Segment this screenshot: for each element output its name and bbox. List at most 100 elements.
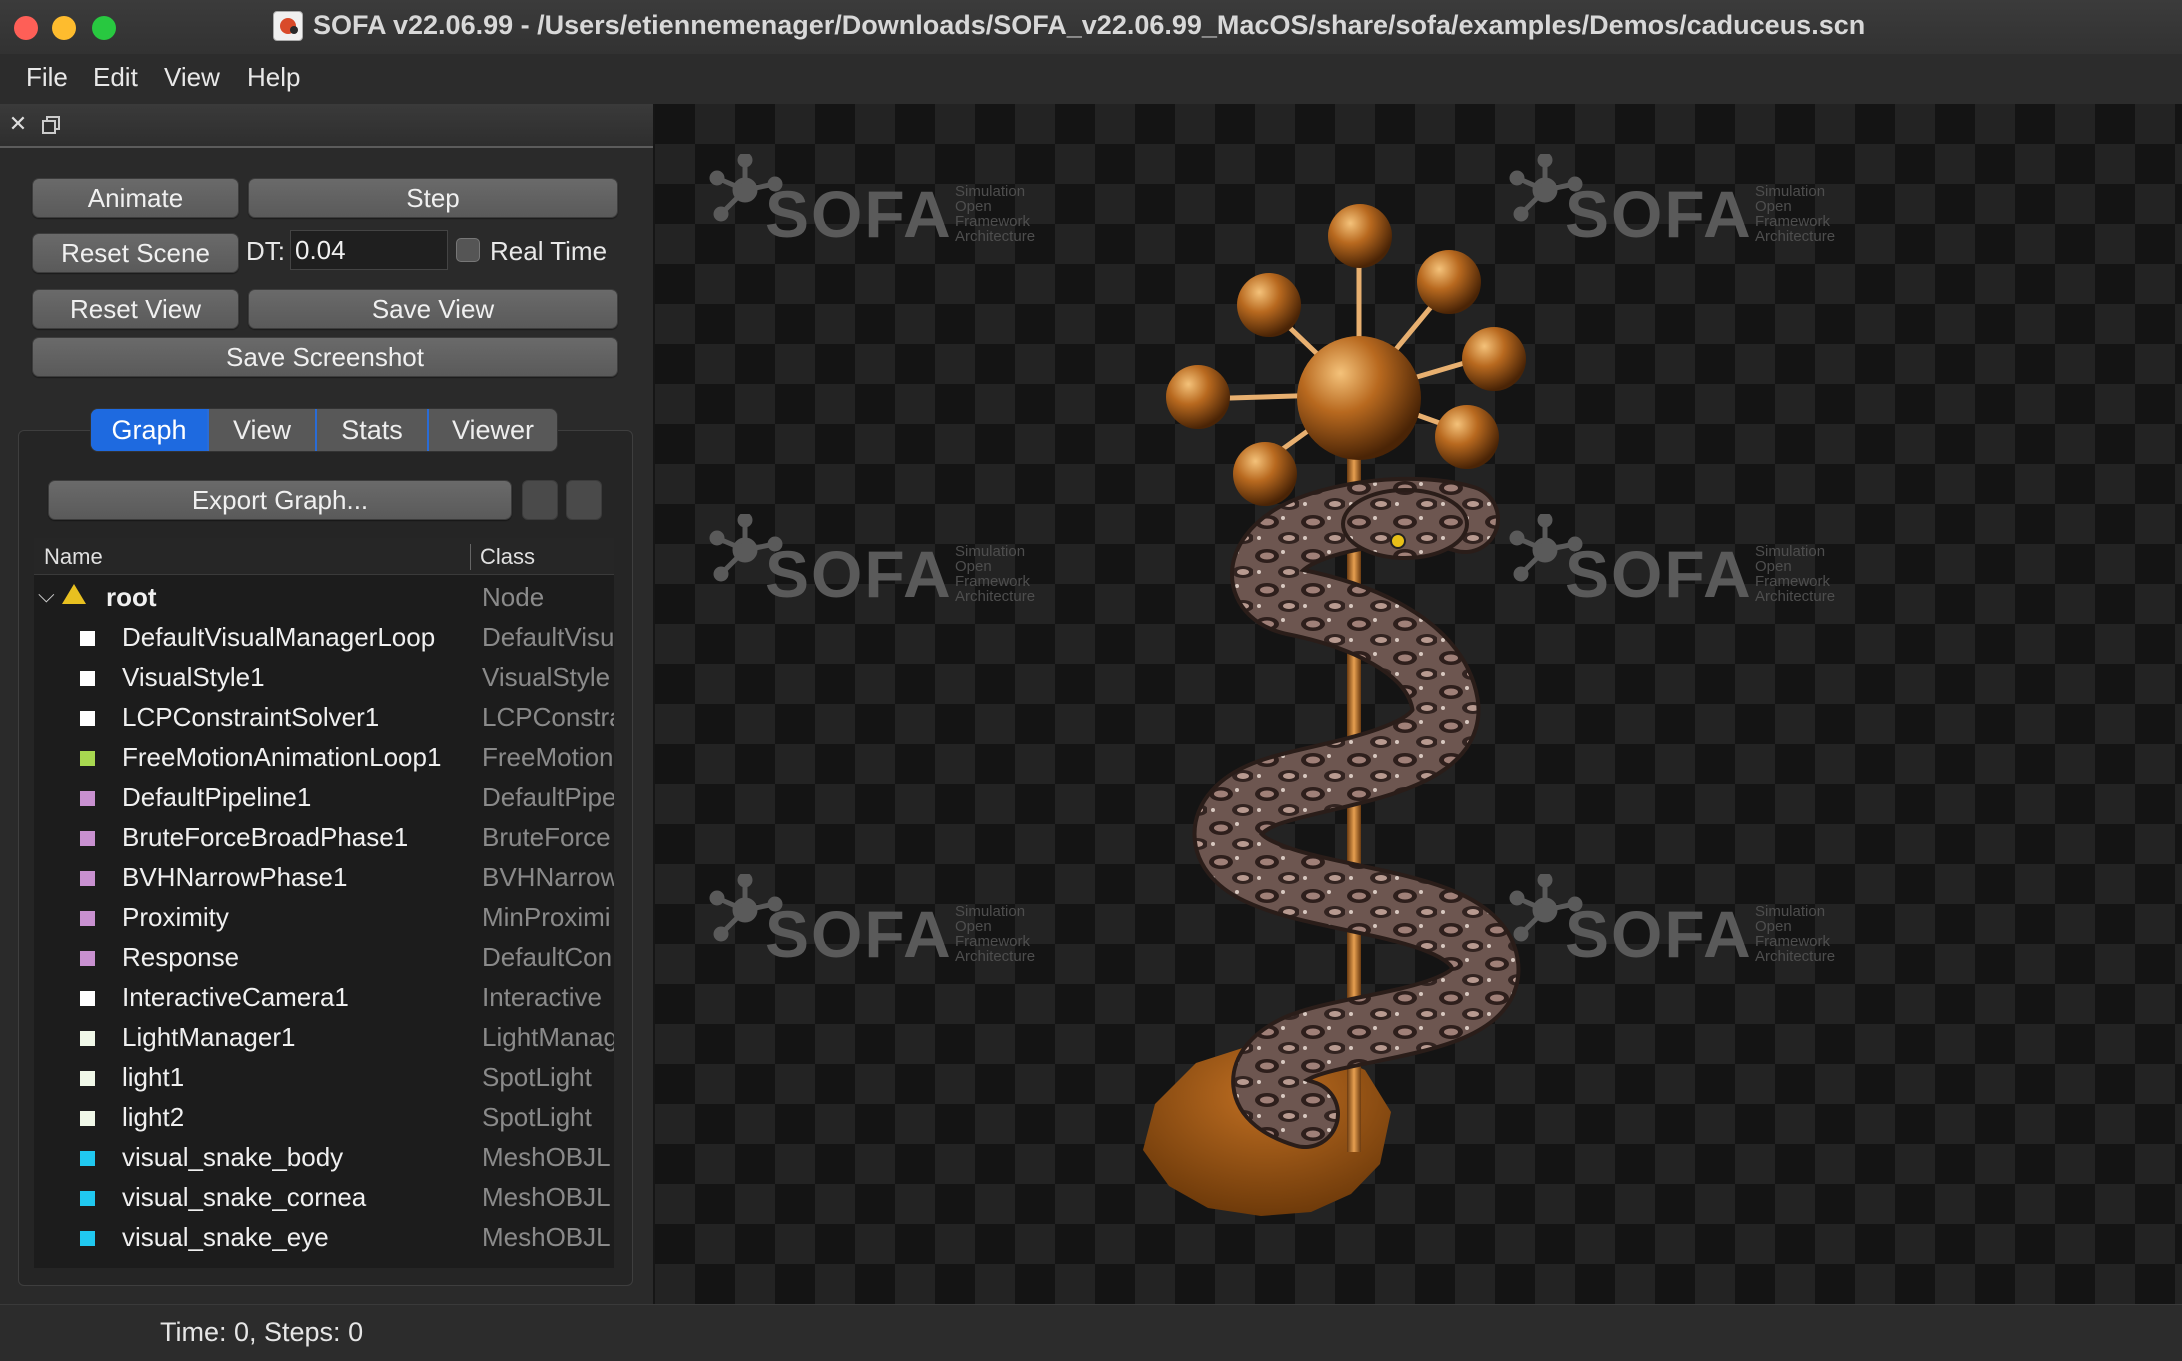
menu-bar: File Edit View Help bbox=[0, 54, 2182, 104]
tree-row[interactable]: visual_snake_cornea MeshOBJL bbox=[34, 1176, 614, 1216]
component-color-icon bbox=[80, 791, 95, 806]
component-color-icon bbox=[80, 1111, 95, 1126]
component-color-icon bbox=[80, 1151, 95, 1166]
component-color-icon bbox=[80, 1191, 95, 1206]
sofa-app-icon bbox=[273, 11, 303, 41]
component-color-icon bbox=[80, 831, 95, 846]
node-class: SpotLight bbox=[482, 1102, 592, 1132]
control-dock: ✕ Animate Step Reset Scene DT: Real Time… bbox=[0, 104, 655, 1304]
tab-view[interactable]: View bbox=[209, 409, 317, 451]
tree-row[interactable]: InteractiveCamera1 Interactive bbox=[34, 976, 614, 1016]
warning-node-icon bbox=[62, 584, 86, 604]
tree-row[interactable]: light1 SpotLight bbox=[34, 1056, 614, 1096]
node-class: MinProximi bbox=[482, 902, 611, 932]
close-window-button[interactable] bbox=[14, 16, 38, 40]
node-class: MeshOBJL bbox=[482, 1182, 611, 1212]
dock-float-icon[interactable] bbox=[42, 116, 60, 134]
tree-row[interactable]: BVHNarrowPhase1 BVHNarrow bbox=[34, 856, 614, 896]
maximize-window-button[interactable] bbox=[92, 16, 116, 40]
chevron-down-icon[interactable]: ⌵ bbox=[38, 582, 55, 608]
node-name: BVHNarrowPhase1 bbox=[122, 862, 348, 892]
column-class[interactable]: Class bbox=[480, 544, 535, 570]
expand-tree-button[interactable] bbox=[522, 480, 558, 520]
dock-header: ✕ bbox=[0, 104, 653, 148]
save-screenshot-button[interactable]: Save Screenshot bbox=[32, 337, 618, 377]
component-color-icon bbox=[80, 871, 95, 886]
tree-row[interactable]: DefaultPipeline1 DefaultPipe bbox=[34, 776, 614, 816]
sphere bbox=[1462, 327, 1526, 391]
node-class: LCPConstra bbox=[482, 702, 614, 732]
sphere-center bbox=[1297, 336, 1421, 460]
tree-row[interactable]: BruteForceBroadPhase1 BruteForce bbox=[34, 816, 614, 856]
menu-help[interactable]: Help bbox=[247, 62, 300, 93]
tree-row[interactable]: DefaultVisualManagerLoop DefaultVisu bbox=[34, 616, 614, 656]
component-color-icon bbox=[80, 671, 95, 686]
menu-file[interactable]: File bbox=[26, 62, 68, 93]
sphere bbox=[1435, 405, 1499, 469]
reset-view-button[interactable]: Reset View bbox=[32, 289, 239, 329]
tree-row[interactable]: LightManager1 LightManag bbox=[34, 1016, 614, 1056]
node-class: DefaultCon bbox=[482, 942, 613, 972]
node-name: BruteForceBroadPhase1 bbox=[122, 822, 409, 852]
node-name: Response bbox=[122, 942, 240, 972]
tree-row[interactable]: light2 SpotLight bbox=[34, 1096, 614, 1136]
export-graph-button[interactable]: Export Graph... bbox=[48, 480, 512, 520]
sphere bbox=[1166, 365, 1230, 429]
node-name: visual_snake_body bbox=[122, 1142, 344, 1172]
caduceus-scene bbox=[1143, 204, 1526, 1216]
node-name: light2 bbox=[122, 1102, 185, 1132]
column-separator[interactable] bbox=[470, 544, 471, 570]
node-name: DefaultPipeline1 bbox=[122, 782, 312, 812]
tree-row-root[interactable]: ⌵ root Node bbox=[34, 576, 614, 616]
node-name: root bbox=[106, 582, 157, 612]
tree-row[interactable]: Proximity MinProximi bbox=[34, 896, 614, 936]
sphere bbox=[1237, 273, 1301, 337]
tab-viewer[interactable]: Viewer bbox=[429, 409, 557, 451]
tab-graph[interactable]: Graph bbox=[91, 409, 209, 451]
dock-close-icon[interactable]: ✕ bbox=[8, 113, 28, 135]
component-color-icon bbox=[80, 911, 95, 926]
tree-row[interactable]: FreeMotionAnimationLoop1 FreeMotion bbox=[34, 736, 614, 776]
tree-row[interactable]: Response DefaultCon bbox=[34, 936, 614, 976]
animate-button[interactable]: Animate bbox=[32, 178, 239, 218]
node-name: Proximity bbox=[122, 902, 229, 932]
minimize-window-button[interactable] bbox=[52, 16, 76, 40]
node-class: MeshOBJL bbox=[482, 1142, 611, 1172]
snake-head bbox=[1341, 488, 1469, 560]
node-name: light1 bbox=[122, 1062, 185, 1092]
tree-row[interactable]: visual_snake_eye MeshOBJL bbox=[34, 1216, 614, 1256]
node-class: DefaultVisu bbox=[482, 622, 614, 652]
sphere bbox=[1417, 250, 1481, 314]
tree-header: Name Class bbox=[34, 538, 614, 575]
menu-edit[interactable]: Edit bbox=[93, 62, 138, 93]
column-name[interactable]: Name bbox=[44, 544, 103, 570]
node-class: Interactive bbox=[482, 982, 602, 1012]
menu-view[interactable]: View bbox=[164, 62, 220, 93]
node-class: BVHNarrow bbox=[482, 862, 614, 892]
reset-scene-button[interactable]: Reset Scene bbox=[32, 233, 239, 273]
tab-stats[interactable]: Stats bbox=[317, 409, 429, 451]
sphere-top bbox=[1328, 204, 1392, 268]
dt-input[interactable] bbox=[290, 230, 448, 270]
component-color-icon bbox=[80, 1031, 95, 1046]
tree-row[interactable]: visual_snake_body MeshOBJL bbox=[34, 1136, 614, 1176]
node-name: visual_snake_eye bbox=[122, 1222, 329, 1252]
save-view-button[interactable]: Save View bbox=[248, 289, 618, 329]
scene-graph-tree[interactable]: Name Class ⌵ root Node DefaultVisualMana… bbox=[34, 538, 614, 1268]
real-time-checkbox[interactable] bbox=[456, 238, 480, 262]
collapse-tree-button[interactable] bbox=[566, 480, 602, 520]
tree-row[interactable]: LCPConstraintSolver1 LCPConstra bbox=[34, 696, 614, 736]
node-class: MeshOBJL bbox=[482, 1222, 611, 1252]
3d-viewer[interactable]: SOFA Simulation Open Framework Architecture S… bbox=[655, 104, 2182, 1304]
status-text: Time: 0, Steps: 0 bbox=[160, 1317, 364, 1347]
node-class: VisualStyle bbox=[482, 662, 611, 692]
component-color-icon bbox=[80, 991, 95, 1006]
node-name: LightManager1 bbox=[122, 1022, 296, 1052]
tree-row[interactable]: VisualStyle1 VisualStyle bbox=[34, 656, 614, 696]
node-class: FreeMotion bbox=[482, 742, 614, 772]
component-color-icon bbox=[80, 751, 95, 766]
node-name: LCPConstraintSolver1 bbox=[122, 702, 380, 732]
node-name: FreeMotionAnimationLoop1 bbox=[122, 742, 442, 772]
node-name: InteractiveCamera1 bbox=[122, 982, 349, 1012]
step-button[interactable]: Step bbox=[248, 178, 618, 218]
